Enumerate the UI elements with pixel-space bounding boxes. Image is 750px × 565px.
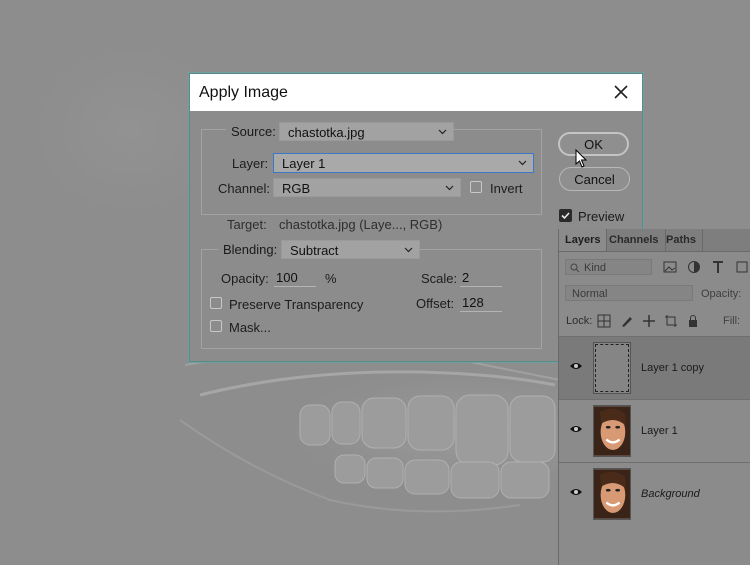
layer-name: Layer 1 copy	[641, 362, 704, 374]
blend-mode-select[interactable]: Normal	[565, 285, 693, 301]
ok-button[interactable]: OK	[558, 132, 629, 156]
dialog-title: Apply Image	[199, 84, 288, 101]
layer-name: Layer 1	[641, 425, 678, 437]
chevron-down-icon	[404, 247, 413, 253]
layer-select-value: Layer 1	[282, 156, 326, 171]
channel-select-value: RGB	[282, 181, 311, 196]
lock-artboard-icon[interactable]	[664, 314, 678, 328]
chevron-down-icon	[438, 129, 447, 135]
layer-thumbnail	[593, 405, 631, 457]
offset-label: Offset:	[416, 296, 455, 311]
layers-panel: Layers Channels Paths Kind Normal Opacit…	[558, 229, 750, 565]
lock-transparent-icon[interactable]	[597, 314, 611, 328]
layer-filter-value: Kind	[584, 262, 607, 274]
channel-select[interactable]: RGB	[273, 178, 461, 197]
mask-label: Mask...	[229, 320, 271, 335]
source-label: Source:	[226, 124, 281, 139]
lock-label: Lock:	[566, 315, 593, 327]
eye-icon[interactable]	[569, 487, 583, 497]
layer-select[interactable]: Layer 1	[273, 153, 534, 173]
source-select-value: chastotka.jpg	[288, 125, 365, 140]
tab-paths[interactable]: Paths	[660, 229, 703, 251]
target-value: chastotka.jpg (Laye..., RGB)	[279, 217, 443, 232]
chevron-down-icon	[445, 185, 454, 191]
source-select[interactable]: chastotka.jpg	[279, 122, 454, 141]
channel-label: Channel:	[218, 181, 271, 196]
layer-filter-select[interactable]: Kind	[565, 259, 652, 275]
search-icon	[570, 263, 580, 273]
shape-filter-icon[interactable]	[735, 260, 749, 274]
blending-select[interactable]: Subtract	[281, 240, 420, 259]
fill-label: Fill:	[723, 315, 741, 327]
cursor-icon	[575, 149, 588, 168]
preview-label: Preview	[578, 209, 625, 224]
panel-opacity-label: Opacity:	[701, 288, 742, 300]
preserve-transparency-label: Preserve Transparency	[229, 297, 364, 312]
layer-label: Layer:	[232, 156, 269, 171]
offset-input[interactable]: 128	[460, 294, 502, 312]
lock-move-icon[interactable]	[642, 314, 656, 328]
layer-row-background[interactable]: Background	[559, 462, 750, 525]
tab-layers[interactable]: Layers	[559, 229, 608, 251]
lock-brush-icon[interactable]	[620, 314, 634, 328]
chevron-down-icon	[518, 160, 527, 166]
checkmark-icon	[561, 212, 570, 220]
preview-checkbox[interactable]	[559, 209, 572, 222]
panel-tabs: Layers Channels Paths	[559, 229, 750, 252]
preserve-transparency-checkbox[interactable]	[210, 297, 222, 309]
type-filter-icon[interactable]	[711, 260, 725, 274]
layer-thumbnail	[593, 468, 631, 520]
tab-channels[interactable]: Channels	[603, 229, 666, 251]
invert-label: Invert	[490, 181, 523, 196]
dialog-title-bar: Apply Image	[190, 74, 642, 111]
invert-checkbox[interactable]	[470, 181, 482, 193]
lock-all-icon[interactable]	[686, 314, 700, 328]
cancel-button[interactable]: Cancel	[559, 167, 630, 191]
target-label: Target:	[227, 217, 267, 232]
opacity-label: Opacity:	[221, 271, 269, 286]
close-icon[interactable]	[610, 81, 632, 103]
opacity-input[interactable]: 100	[274, 269, 316, 287]
opacity-unit: %	[325, 271, 337, 286]
blending-label: Blending:	[218, 242, 283, 257]
scale-input[interactable]: 2	[460, 269, 502, 287]
blending-select-value: Subtract	[290, 243, 339, 258]
layer-thumbnail	[593, 342, 631, 394]
eye-icon[interactable]	[569, 424, 583, 434]
adjustment-filter-icon[interactable]	[687, 260, 701, 274]
mask-checkbox[interactable]	[210, 320, 222, 332]
layer-row-layer-1-copy[interactable]: Layer 1 copy	[559, 336, 750, 399]
layer-name: Background	[641, 488, 700, 500]
blend-mode-value: Normal	[572, 288, 608, 300]
image-filter-icon[interactable]	[663, 260, 677, 274]
scale-label: Scale:	[421, 271, 458, 286]
eye-icon[interactable]	[569, 361, 583, 371]
layer-row-layer-1[interactable]: Layer 1	[559, 399, 750, 462]
